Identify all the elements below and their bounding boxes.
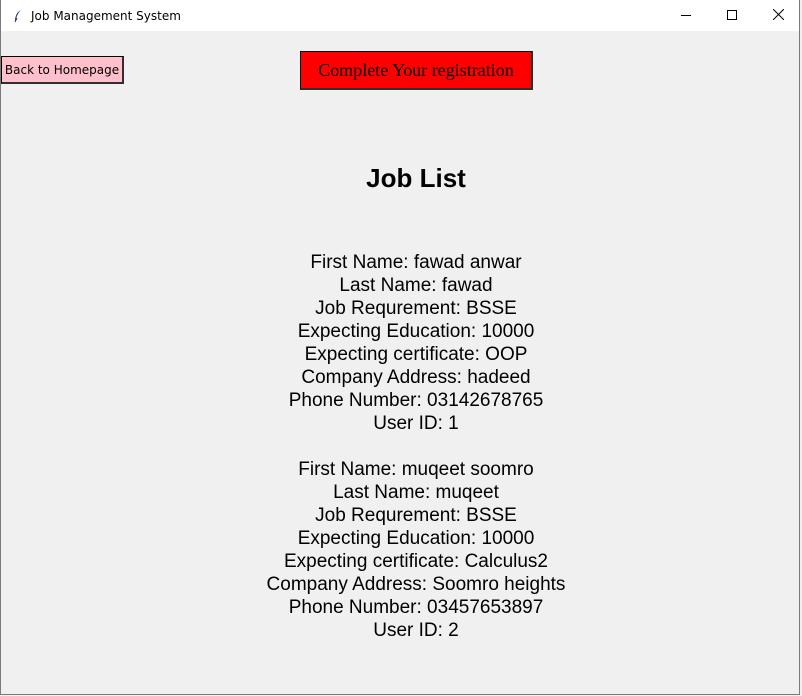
minimize-icon <box>681 7 691 25</box>
close-button[interactable] <box>755 0 799 31</box>
job-phone-number: Phone Number: 03457653897 <box>288 597 544 618</box>
job-expecting-education: Expecting Education: 10000 <box>297 321 535 342</box>
job-entry: First Name: fawad anwar Last Name: fawad… <box>1 251 799 435</box>
window-controls <box>663 0 799 31</box>
close-icon <box>772 7 784 25</box>
job-phone-number: Phone Number: 03142678765 <box>288 390 544 411</box>
job-first-name: First Name: fawad anwar <box>310 252 522 273</box>
back-to-homepage-button[interactable]: Back to Homepage <box>1 56 124 84</box>
complete-registration-button[interactable]: Complete Your registration <box>300 51 533 90</box>
job-expecting-certificate: Expecting certificate: Calculus2 <box>283 551 548 572</box>
job-first-name: First Name: muqeet soomro <box>298 459 534 480</box>
maximize-button[interactable] <box>709 0 755 31</box>
job-entry: First Name: muqeet soomro Last Name: muq… <box>1 458 799 642</box>
app-window: Job Management System Back to Homepage C… <box>0 0 800 695</box>
job-expecting-certificate: Expecting certificate: OOP <box>304 344 528 365</box>
maximize-icon <box>727 7 737 25</box>
minimize-button[interactable] <box>663 0 709 31</box>
job-expecting-education: Expecting Education: 10000 <box>297 528 535 549</box>
job-company-address: Company Address: hadeed <box>301 367 531 388</box>
job-list: First Name: fawad anwar Last Name: fawad… <box>1 251 799 665</box>
job-user-id: User ID: 1 <box>373 413 459 434</box>
job-requirement: Job Requrement: BSSE <box>315 298 517 319</box>
page-title: Job List <box>366 163 466 193</box>
title-bar[interactable]: Job Management System <box>1 0 799 31</box>
job-user-id: User ID: 2 <box>373 620 459 641</box>
window-title: Job Management System <box>31 8 181 23</box>
job-requirement: Job Requrement: BSSE <box>315 505 517 526</box>
job-company-address: Company Address: Soomro heights <box>266 574 566 595</box>
job-last-name: Last Name: fawad <box>339 275 493 296</box>
job-last-name: Last Name: muqeet <box>333 482 499 503</box>
feather-icon <box>10 8 26 24</box>
